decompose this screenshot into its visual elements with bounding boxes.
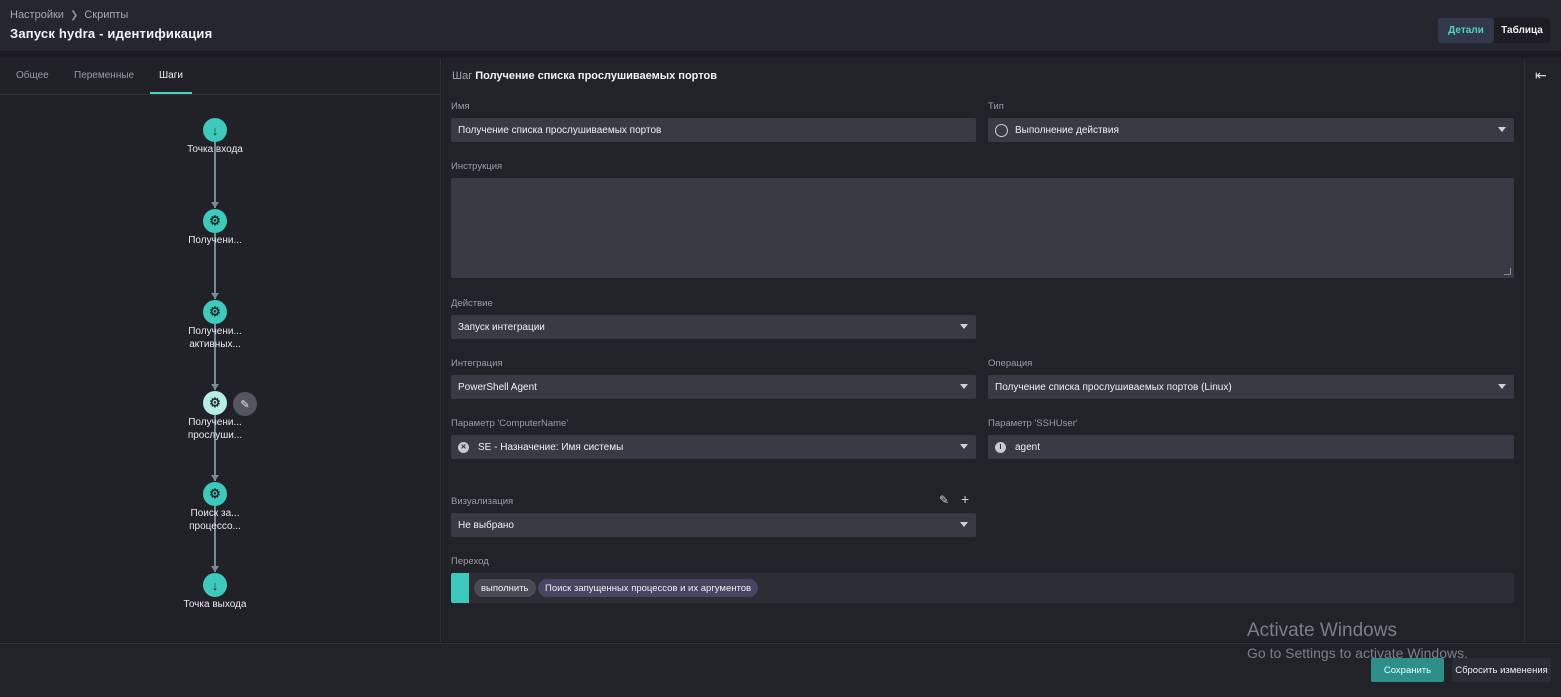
save-button[interactable]: Сохранить: [1371, 658, 1444, 682]
chevron-right-icon: ❯: [69, 9, 79, 21]
param-computername-value: SE - Назначение: Имя системы: [478, 441, 624, 453]
watermark-subtitle: Go to Settings to activate Windows.: [1247, 645, 1468, 661]
visualization-select-value: Не выбрано: [458, 519, 514, 531]
integration-label: Интеграция: [451, 358, 503, 369]
page-title: Запуск hydra - идентификация: [10, 26, 213, 41]
transition-condition-chip[interactable]: выполнить: [474, 579, 536, 597]
breadcrumb-scripts-link[interactable]: Скрипты: [84, 9, 128, 21]
gear-icon: ⚙: [209, 304, 221, 319]
arrow-down-icon: ↓: [211, 577, 219, 593]
transition-handle[interactable]: [451, 573, 469, 603]
step-details-panel: Шаг Получение списка прослушиваемых порто…: [442, 58, 1524, 642]
tab-steps[interactable]: Шаги: [159, 70, 183, 81]
table-view-button[interactable]: Таблица: [1494, 18, 1550, 43]
pencil-icon[interactable]: ✎: [939, 493, 949, 507]
visualization-label: Визуализация: [451, 496, 514, 507]
flow-arrow: [211, 293, 219, 299]
tab-variables[interactable]: Переменные: [74, 70, 134, 81]
arrow-down-icon: ↓: [211, 122, 219, 138]
type-label: Тип: [988, 101, 1004, 112]
instruction-label: Инструкция: [451, 161, 503, 172]
breadcrumb: Настройки ❯ Скрипты: [10, 9, 128, 21]
chevron-down-icon: [960, 522, 968, 527]
name-label: Имя: [451, 101, 470, 112]
chevron-down-icon: [1498, 384, 1506, 389]
flow-arrow: [211, 202, 219, 208]
step-node[interactable]: ⚙: [203, 482, 227, 506]
chevron-down-icon: [960, 384, 968, 389]
entry-node-label: Точка входа: [187, 144, 243, 155]
pencil-icon: ✎: [240, 398, 250, 411]
edit-step-button[interactable]: ✎: [233, 392, 257, 416]
integration-select-value: PowerShell Agent: [458, 381, 537, 393]
step-heading: Шаг Получение списка прослушиваемых порто…: [452, 70, 717, 82]
flow-arrow: [211, 475, 219, 481]
circle-icon: [995, 123, 1008, 137]
integration-select[interactable]: PowerShell Agent: [451, 375, 976, 399]
resize-handle-icon[interactable]: [1504, 268, 1511, 275]
param-sshuser-input[interactable]: I agent: [988, 435, 1514, 459]
steps-panel: Общее Переменные Шаги ↓ Точка входа ⚙ По…: [0, 58, 441, 642]
exit-node[interactable]: ↓: [203, 573, 227, 597]
flow-arrow: [211, 384, 219, 390]
tab-bar: Общее Переменные Шаги: [0, 58, 441, 95]
flow-arrow: [211, 566, 219, 572]
watermark-title: Activate Windows: [1247, 620, 1397, 641]
param-sshuser-value: agent: [1015, 441, 1041, 453]
side-rail: ⇤: [1524, 58, 1561, 642]
operation-select[interactable]: Получение списка прослушиваемых портов (…: [988, 375, 1514, 399]
chevron-down-icon: [960, 324, 968, 329]
name-input[interactable]: Получение списка прослушиваемых портов: [451, 118, 976, 142]
gear-icon: ⚙: [209, 395, 221, 410]
transition-label: Переход: [451, 556, 489, 567]
action-select[interactable]: Запуск интеграции: [451, 315, 976, 339]
windows-activation-watermark: Activate Windows Go to Settings to activ…: [1247, 620, 1468, 661]
step-node-label: Получени... активных...: [188, 326, 242, 350]
view-toggle: Детали Таблица: [1438, 18, 1550, 43]
type-select[interactable]: Выполнение действия: [988, 118, 1514, 142]
step-node-label: Получени...: [188, 235, 242, 246]
reset-changes-button[interactable]: Сбросить изменения: [1452, 658, 1551, 682]
transition-row[interactable]: выполнить Поиск запущенных процессов и и…: [451, 573, 1514, 603]
variable-icon: ✕: [458, 441, 469, 453]
chevron-down-icon: [960, 444, 968, 449]
active-tab-indicator: [150, 92, 192, 94]
gear-icon: ⚙: [209, 213, 221, 228]
exit-node-label: Точка выхода: [183, 599, 247, 610]
param-computername-select[interactable]: ✕ SE - Назначение: Имя системы: [451, 435, 976, 459]
collapse-panel-icon[interactable]: ⇤: [1535, 67, 1547, 84]
instruction-textarea[interactable]: [451, 178, 1514, 278]
name-input-value: Получение списка прослушиваемых портов: [458, 124, 662, 136]
param-computername-label: Параметр 'ComputerName': [451, 418, 569, 429]
step-heading-prefix: Шаг: [452, 70, 473, 82]
step-node-label: Поиск за... процессо...: [189, 508, 241, 532]
details-view-button[interactable]: Детали: [1438, 18, 1494, 43]
chevron-down-icon: [1498, 127, 1506, 132]
entry-node[interactable]: ↓: [203, 118, 227, 142]
action-label: Действие: [451, 298, 493, 309]
gear-icon: ⚙: [209, 486, 221, 501]
text-icon: I: [995, 441, 1006, 453]
step-node[interactable]: ⚙: [203, 209, 227, 233]
tab-general[interactable]: Общее: [16, 70, 49, 81]
step-heading-name: Получение списка прослушиваемых портов: [475, 70, 717, 82]
visualization-select[interactable]: Не выбрано: [451, 513, 976, 537]
action-select-value: Запуск интеграции: [458, 321, 545, 333]
breadcrumb-settings-link[interactable]: Настройки: [10, 9, 64, 21]
step-node-label: Получени... прослуши...: [187, 417, 243, 441]
operation-select-value: Получение списка прослушиваемых портов (…: [995, 381, 1232, 393]
type-select-value: Выполнение действия: [1015, 124, 1119, 136]
transition-target-chip[interactable]: Поиск запущенных процессов и их аргумент…: [538, 579, 759, 597]
operation-label: Операция: [988, 358, 1033, 369]
page-header: Настройки ❯ Скрипты Запуск hydra - идент…: [0, 0, 1561, 52]
param-sshuser-label: Параметр 'SSHUser': [988, 418, 1078, 429]
step-node[interactable]: ⚙: [203, 300, 227, 324]
plus-icon[interactable]: +: [961, 491, 969, 507]
step-node-selected[interactable]: ⚙: [203, 391, 227, 415]
